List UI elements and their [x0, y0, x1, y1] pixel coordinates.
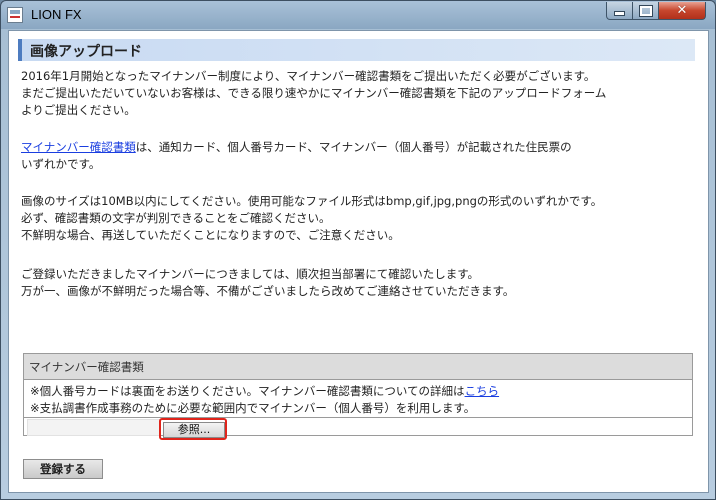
intro-line: 2016年1月開始となったマイナンバー制度により、マイナンバー確認書類をご提出い…	[21, 69, 596, 83]
image-rules-paragraph: 画像のサイズは10MB以内にしてください。使用可能なファイル形式はbmp,gif…	[21, 193, 602, 244]
upload-note-text: ※支払調書作成事務のために必要な範囲内でマイナンバー（個人番号）を利用します。	[30, 401, 476, 415]
rule-line: 画像のサイズは10MB以内にしてください。使用可能なファイル形式はbmp,gif…	[21, 194, 603, 208]
rule-line: 必ず、確認書類の文字が判別できることをご確認ください。	[21, 211, 331, 225]
document-link[interactable]: マイナンバー確認書類	[21, 140, 136, 154]
intro-line: まだご提出いただいていないお客様は、できる限り速やかにマイナンバー確認書類を下記…	[21, 86, 607, 100]
close-icon: ✕	[676, 3, 688, 18]
minimize-button[interactable]	[606, 2, 633, 20]
upload-box-header: マイナンバー確認書類	[24, 354, 692, 380]
intro-paragraph: 2016年1月開始となったマイナンバー制度により、マイナンバー確認書類をご提出い…	[21, 68, 606, 119]
file-path-field[interactable]	[27, 419, 161, 436]
divider	[24, 417, 692, 418]
document-desc-text: いずれかです。	[21, 157, 101, 171]
maximize-button[interactable]	[632, 2, 659, 20]
upload-note: ※個人番号カードは裏面をお送りください。マイナンバー確認書類についての詳細はこち…	[30, 383, 499, 399]
rule-line: 不鮮明な場合、再送していただくことになりますので、ご注意ください。	[21, 228, 400, 242]
document-desc-text: は、通知カード、個人番号カード、マイナンバー（個人番号）が記載された住民票の	[135, 140, 572, 154]
minimize-icon	[614, 11, 625, 16]
details-link[interactable]: こちら	[465, 384, 500, 398]
upload-box: マイナンバー確認書類 ※個人番号カードは裏面をお送りください。マイナンバー確認書…	[23, 353, 693, 440]
upload-box-title: マイナンバー確認書類	[29, 360, 144, 374]
document-types-line: マイナンバー確認書類は、通知カード、個人番号カード、マイナンバー（個人番号）が記…	[21, 139, 572, 156]
maximize-icon	[638, 4, 653, 17]
window-title: LION FX	[31, 7, 82, 22]
app-icon	[7, 7, 23, 23]
browse-button[interactable]: 参照...	[163, 422, 225, 438]
upload-note-text: ※個人番号カードは裏面をお送りください。マイナンバー確認書類についての詳細は	[30, 384, 465, 398]
closing-line: 万が一、画像が不鮮明だった場合等、不備がございましたら改めてご連絡させていただき…	[21, 284, 515, 298]
title-bar[interactable]: LION FX ✕	[1, 1, 715, 29]
register-button[interactable]: 登録する	[23, 459, 103, 479]
closing-paragraph: ご登録いただきましたマイナンバーにつきましては、順次担当部署にて確認いたします。…	[21, 266, 514, 300]
page-heading-bar: 画像アップロード	[18, 39, 695, 61]
app-window: LION FX ✕ 画像アップロード 2016年1月開始となったマイナンバー制度…	[0, 0, 716, 500]
content-area: 画像アップロード 2016年1月開始となったマイナンバー制度により、マイナンバー…	[8, 30, 709, 493]
close-button[interactable]: ✕	[658, 2, 706, 20]
closing-line: ご登録いただきましたマイナンバーにつきましては、順次担当部署にて確認いたします。	[21, 267, 480, 281]
document-types-paragraph: マイナンバー確認書類は、通知カード、個人番号カード、マイナンバー（個人番号）が記…	[21, 139, 572, 173]
intro-line: よりご提出ください。	[21, 103, 136, 117]
browse-button-highlight: 参照...	[159, 418, 227, 440]
page-title: 画像アップロード	[30, 44, 142, 60]
